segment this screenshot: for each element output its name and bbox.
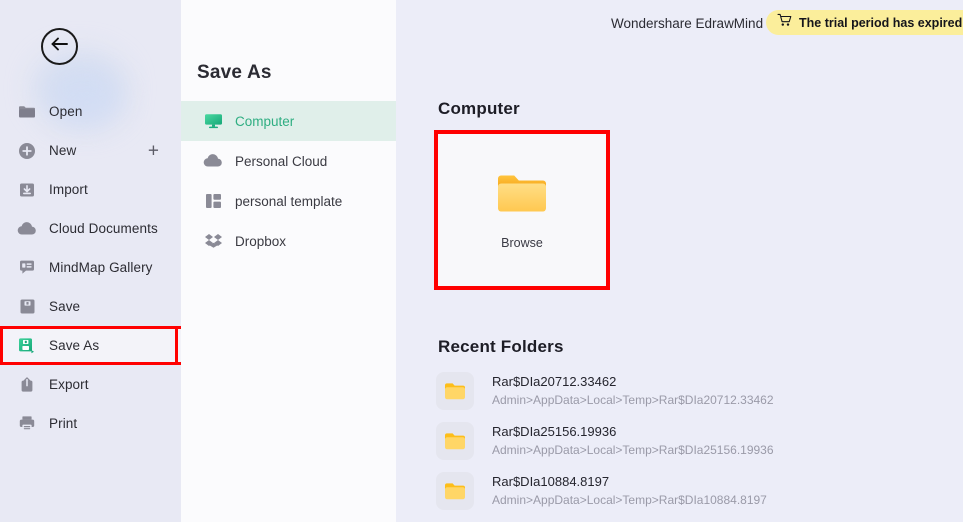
- folder-name: Rar$DIa20712.33462: [492, 374, 617, 389]
- destination-label: Dropbox: [235, 233, 287, 249]
- main-content: Wondershare EdrawMind The trial period h…: [396, 0, 963, 522]
- add-new-icon[interactable]: +: [148, 141, 159, 160]
- panel-title: Save As: [197, 62, 272, 83]
- export-icon: [16, 374, 38, 396]
- folder-name: Rar$DIa25156.19936: [492, 424, 617, 439]
- destination-item-personal-template[interactable]: personal template: [181, 181, 396, 221]
- sidebar-item-save[interactable]: Save: [0, 287, 181, 326]
- computer-section-title: Computer: [438, 99, 520, 118]
- sidebar-item-label: Open: [49, 104, 83, 119]
- cloud-icon: [16, 218, 38, 240]
- list-item[interactable]: Rar$DIa10884.8197 Admin>AppData>Local>Te…: [436, 466, 936, 516]
- sidebar-item-label: New: [49, 143, 77, 158]
- folder-icon: [436, 422, 474, 460]
- save-icon: [16, 296, 38, 318]
- dropbox-icon: [203, 231, 223, 251]
- destination-item-computer[interactable]: Computer: [181, 101, 396, 141]
- browse-card[interactable]: Browse: [434, 130, 610, 290]
- folder-icon: [16, 101, 38, 123]
- sidebar-item-new[interactable]: New +: [0, 131, 181, 170]
- folder-icon: [436, 472, 474, 510]
- list-item[interactable]: Rar$DIa25156.19936 Admin>AppData>Local>T…: [436, 416, 936, 466]
- sidebar-item-import[interactable]: Import: [0, 170, 181, 209]
- list-item[interactable]: Rar$DIa20712.33462 Admin>AppData>Local>T…: [436, 366, 936, 416]
- folder-name: Rar$DIa10884.8197: [492, 474, 610, 489]
- destination-label: Personal Cloud: [235, 153, 328, 169]
- application-title: Wondershare EdrawMind: [611, 16, 764, 31]
- printer-icon: [16, 413, 38, 435]
- folder-icon: [496, 171, 548, 220]
- sidebar-item-label: Save: [49, 299, 81, 314]
- arrow-left-icon: [50, 36, 70, 57]
- destination-label: personal template: [235, 193, 343, 209]
- sidebar-item-label: Save As: [49, 338, 100, 353]
- destination-item-personal-cloud[interactable]: Personal Cloud: [181, 141, 396, 181]
- back-button[interactable]: [41, 28, 78, 65]
- sidebar-item-cloud-documents[interactable]: Cloud Documents: [0, 209, 181, 248]
- sidebar-item-label: Cloud Documents: [49, 221, 158, 236]
- monitor-icon: [203, 111, 223, 131]
- folder-path: Admin>AppData>Local>Temp>Rar$DIa20712.33…: [492, 393, 774, 407]
- folder-icon: [436, 372, 474, 410]
- cloud-icon: [203, 151, 223, 171]
- browse-label: Browse: [501, 235, 543, 250]
- recent-folders-list: Rar$DIa20712.33462 Admin>AppData>Local>T…: [436, 366, 936, 516]
- sidebar-nav-list: Open New + Import Cloud Documents MindMa…: [0, 92, 181, 443]
- sidebar-item-label: Print: [49, 416, 78, 431]
- destination-list: Computer Personal Cloud personal templat…: [181, 101, 396, 261]
- list-item-text: Rar$DIa10884.8197 Admin>AppData>Local>Te…: [492, 473, 767, 509]
- cart-icon: [777, 13, 792, 32]
- folder-path: Admin>AppData>Local>Temp>Rar$DIa10884.81…: [492, 493, 767, 507]
- save-as-icon: [16, 335, 38, 357]
- sidebar-item-export[interactable]: Export: [0, 365, 181, 404]
- mindmap-icon: [16, 257, 38, 279]
- sidebar-item-label: MindMap Gallery: [49, 260, 153, 275]
- trial-expired-banner[interactable]: The trial period has expired. Up: [766, 10, 963, 35]
- sidebar-item-label: Export: [49, 377, 89, 392]
- list-item-text: Rar$DIa25156.19936 Admin>AppData>Local>T…: [492, 423, 774, 459]
- folder-path: Admin>AppData>Local>Temp>Rar$DIa25156.19…: [492, 443, 774, 457]
- sidebar-item-save-as[interactable]: Save As: [0, 326, 181, 365]
- edrawmind-backstage-window: Open New + Import Cloud Documents MindMa…: [0, 0, 963, 522]
- sidebar-item-print[interactable]: Print: [0, 404, 181, 443]
- destination-item-dropbox[interactable]: Dropbox: [181, 221, 396, 261]
- import-icon: [16, 179, 38, 201]
- sidebar-item-label: Import: [49, 182, 88, 197]
- recent-folders-title: Recent Folders: [438, 337, 564, 356]
- left-sidebar: Open New + Import Cloud Documents MindMa…: [0, 0, 181, 522]
- destination-label: Computer: [235, 113, 295, 129]
- trial-banner-text: The trial period has expired. Up: [799, 15, 963, 30]
- list-item-text: Rar$DIa20712.33462 Admin>AppData>Local>T…: [492, 373, 774, 409]
- plus-circle-icon: [16, 140, 38, 162]
- sidebar-item-open[interactable]: Open: [0, 92, 181, 131]
- sidebar-item-mindmap-gallery[interactable]: MindMap Gallery: [0, 248, 181, 287]
- save-as-panel: Save As Computer Personal Cloud personal…: [181, 0, 396, 522]
- template-icon: [203, 191, 223, 211]
